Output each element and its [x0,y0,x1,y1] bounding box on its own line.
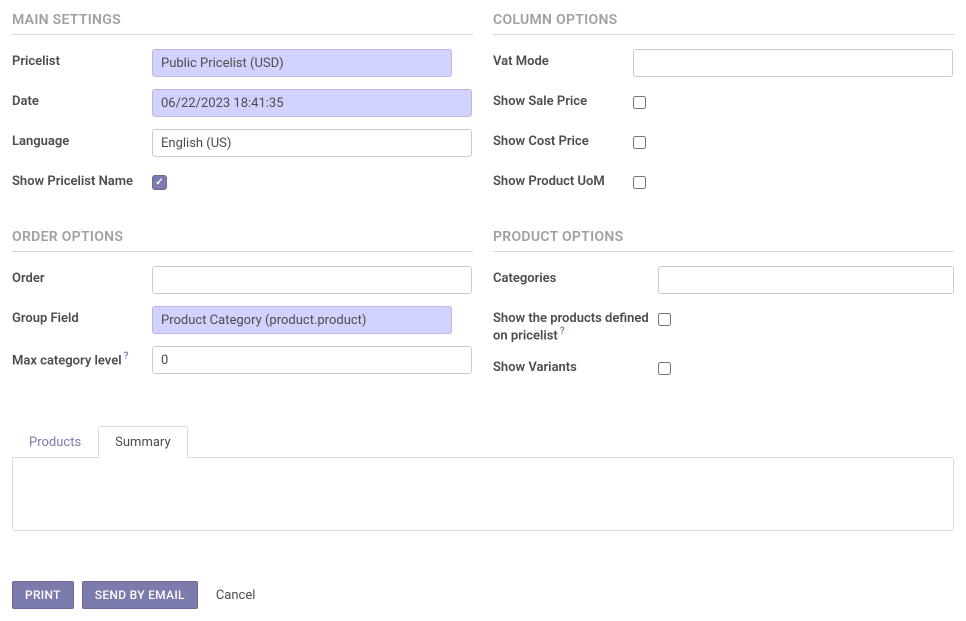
field-row-show-cost-price: Show Cost Price [493,129,954,157]
show-variants-checkbox[interactable] [658,362,671,375]
tabs-bar: Products Summary [12,425,954,457]
print-button[interactable]: PRINT [12,581,74,609]
product-options-title: PRODUCT OPTIONS [493,229,954,252]
language-input[interactable] [152,129,472,157]
field-row-show-variants: Show Variants [493,355,954,383]
order-options-title: ORDER OPTIONS [12,229,473,252]
field-row-max-category-level: Max category level? [12,346,473,374]
show-product-uom-label: Show Product UoM [493,169,633,189]
group-field-input[interactable] [152,306,452,334]
field-row-date: Date [12,89,473,117]
show-product-uom-checkbox[interactable] [633,176,646,189]
date-input[interactable] [152,89,472,117]
show-defined-checkbox[interactable] [658,313,671,326]
date-label: Date [12,89,152,109]
section-order-options: ORDER OPTIONS Order Group Field Max cate… [12,229,473,395]
form-container: MAIN SETTINGS Pricelist Date Language Sh… [12,12,954,415]
show-pricelist-name-label: Show Pricelist Name [12,169,152,189]
show-defined-label-text: Show the products defined on pricelist [493,311,649,343]
max-category-level-label: Max category level? [12,346,152,368]
vat-mode-label: Vat Mode [493,49,633,69]
show-sale-price-checkbox[interactable] [633,96,646,109]
section-column-options: COLUMN OPTIONS Vat Mode Show Sale Price … [493,12,954,209]
order-label: Order [12,266,152,286]
pricelist-label: Pricelist [12,49,152,69]
field-row-categories: Categories [493,266,954,294]
field-row-group-field: Group Field [12,306,473,334]
tab-products[interactable]: Products [12,426,98,458]
categories-label: Categories [493,266,658,286]
field-row-show-defined: Show the products defined on pricelist? [493,306,954,343]
column-options-title: COLUMN OPTIONS [493,12,954,35]
field-row-order: Order [12,266,473,294]
show-defined-label: Show the products defined on pricelist? [493,306,658,343]
pricelist-input[interactable] [152,49,452,77]
summary-textarea[interactable] [23,468,943,516]
max-category-help-icon[interactable]: ? [124,351,129,362]
group-field-label: Group Field [12,306,152,326]
field-row-pricelist: Pricelist [12,49,473,77]
section-main-settings: MAIN SETTINGS Pricelist Date Language Sh… [12,12,473,209]
show-cost-price-label: Show Cost Price [493,129,633,149]
section-product-options: PRODUCT OPTIONS Categories Show the prod… [493,229,954,395]
show-cost-price-checkbox[interactable] [633,136,646,149]
max-category-level-input[interactable] [152,346,472,374]
field-row-vat-mode: Vat Mode [493,49,954,77]
vat-mode-input[interactable] [633,49,953,77]
field-row-show-product-uom: Show Product UoM [493,169,954,197]
field-row-language: Language [12,129,473,157]
categories-input[interactable] [658,266,954,294]
order-input[interactable] [152,266,472,294]
language-label: Language [12,129,152,149]
show-defined-help-icon[interactable]: ? [560,326,565,337]
show-pricelist-name-checkbox[interactable] [152,175,167,190]
cancel-button[interactable]: Cancel [206,582,266,609]
field-row-show-sale-price: Show Sale Price [493,89,954,117]
send-by-email-button[interactable]: SEND BY EMAIL [82,581,198,609]
show-variants-label: Show Variants [493,355,658,375]
tab-content-summary [12,457,954,531]
main-settings-title: MAIN SETTINGS [12,12,473,35]
field-row-show-pricelist-name: Show Pricelist Name [12,169,473,197]
footer-actions: PRINT SEND BY EMAIL Cancel [12,571,954,609]
tab-summary[interactable]: Summary [98,426,187,458]
max-category-level-label-text: Max category level [12,353,122,368]
show-sale-price-label: Show Sale Price [493,89,633,109]
